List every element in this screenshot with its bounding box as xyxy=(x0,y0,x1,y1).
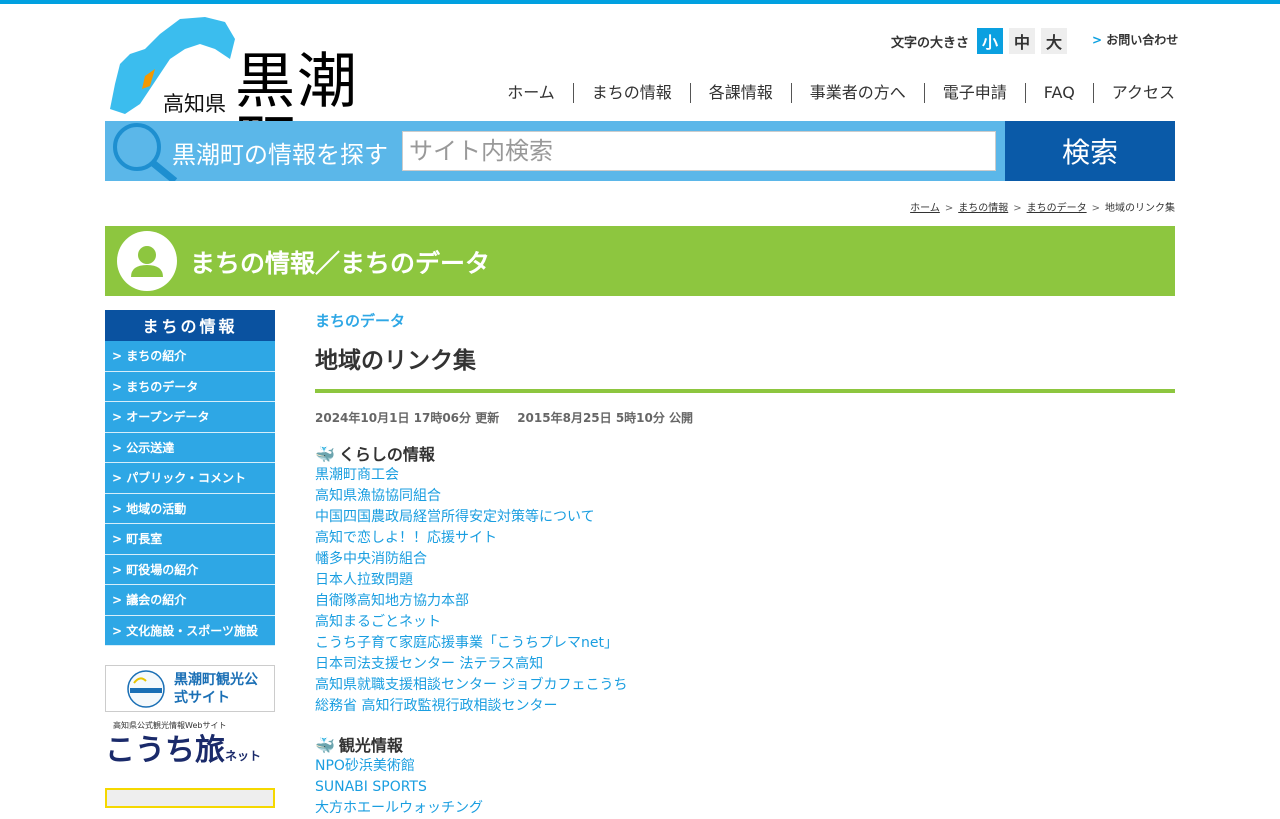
nav-access[interactable]: アクセス xyxy=(1092,83,1175,103)
font-size-switcher: 文字の大きさ 小 中 大 xyxy=(891,28,1068,54)
main-content: まちのデータ 地域のリンク集 2024年10月1日 17時06分 更新 2015年… xyxy=(315,310,1175,819)
sidebar-item-town-hall[interactable]: > 町役場の紹介 xyxy=(105,554,275,585)
contact-label: お問い合わせ xyxy=(1106,33,1179,47)
kochi-tabi-suffix: ネット xyxy=(225,749,262,763)
list-item-link[interactable]: 日本人拉致問題 xyxy=(315,570,1175,591)
list-item-link[interactable]: SUNABI SPORTS xyxy=(315,777,1175,798)
sidebar-item-intro[interactable]: > まちの紹介 xyxy=(105,341,275,372)
breadcrumb: ホーム > まちの情報 > まちのデータ > 地域のリンク集 xyxy=(910,199,1175,214)
list-item-link[interactable]: 高知県就職支援相談センター ジョブカフェこうち xyxy=(315,675,1175,696)
kochi-tabi-banner[interactable]: 高知県公式観光情報Webサイト こうち旅ネット xyxy=(105,720,275,780)
search-label: 黒潮町の情報を探す xyxy=(172,141,388,169)
page-title: 地域のリンク集 xyxy=(315,341,1175,393)
sidebar: まちの情報 > まちの紹介 > まちのデータ > オープンデータ > 公示送達 … xyxy=(105,310,275,646)
sidebar-item-public-notice[interactable]: > 公示送達 xyxy=(105,432,275,463)
nav-business[interactable]: 事業者の方へ xyxy=(790,83,924,103)
list-item-link[interactable]: 幡多中央消防組合 xyxy=(315,549,1175,570)
list-item-link[interactable]: 高知県漁協協同組合 xyxy=(315,486,1175,507)
site-logo[interactable]: 高知県 黒潮町 xyxy=(105,14,415,172)
kuroshio-logo-icon xyxy=(127,670,165,708)
nav-town-info[interactable]: まちの情報 xyxy=(572,83,690,103)
link-list: NPO砂浜美術館 SUNABI SPORTS 大方ホエールウォッチング xyxy=(315,756,1175,819)
search-button[interactable]: 検索 xyxy=(1005,121,1175,181)
search-input[interactable] xyxy=(402,131,996,171)
sidebar-item-facilities[interactable]: > 文化施設・スポーツ施設 xyxy=(105,615,275,646)
whale-icon: 🐳 xyxy=(315,736,335,755)
list-item-link[interactable]: こうち子育て家庭応援事業「こうちプレマnet」 xyxy=(315,633,1175,654)
breadcrumb-separator: > xyxy=(1013,203,1022,214)
kochi-tabi-logo: こうち旅 xyxy=(105,733,225,768)
list-item-link[interactable]: 中国四国農政局経営所得安定対策等について xyxy=(315,507,1175,528)
tourism-site-banner[interactable]: 黒潮町観光公式サイト xyxy=(105,665,275,712)
nav-departments[interactable]: 各課情報 xyxy=(689,83,791,103)
person-icon xyxy=(117,231,177,291)
list-item-link[interactable]: 高知で恋しよ！！応援サイト xyxy=(315,528,1175,549)
whale-icon: 🐳 xyxy=(315,445,335,464)
breadcrumb-town-data[interactable]: まちのデータ xyxy=(1027,203,1087,214)
list-item-link[interactable]: 大方ホエールウォッチング xyxy=(315,798,1175,819)
list-item-link[interactable]: 総務省 高知行政監視行政相談センター xyxy=(315,696,1175,717)
banner-title: まちの情報／まちのデータ xyxy=(190,249,491,278)
contact-link[interactable]: > お問い合わせ xyxy=(1092,31,1178,48)
nav-faq[interactable]: FAQ xyxy=(1024,83,1093,103)
list-item-link[interactable]: NPO砂浜美術館 xyxy=(315,756,1175,777)
sidebar-heading: まちの情報 xyxy=(105,310,275,341)
chevron-right-icon: > xyxy=(1092,33,1103,47)
breadcrumb-home[interactable]: ホーム xyxy=(910,203,940,214)
sidebar-item-assembly[interactable]: > 議会の紹介 xyxy=(105,585,275,616)
nav-home[interactable]: ホーム xyxy=(489,83,573,103)
sidebar-item-mayor[interactable]: > 町長室 xyxy=(105,524,275,555)
list-item-link[interactable]: 黒潮町商工会 xyxy=(315,465,1175,486)
section-heading: 🐳 くらしの情報 xyxy=(315,445,435,464)
sidebar-item-town-data[interactable]: > まちのデータ xyxy=(105,371,275,402)
breadcrumb-current: 地域のリンク集 xyxy=(1105,203,1175,214)
tourism-banner-text: 黒潮町観光公式サイト xyxy=(174,672,258,706)
info-banner[interactable] xyxy=(105,788,275,808)
nav-e-application[interactable]: 電子申請 xyxy=(923,83,1025,103)
page-dates: 2024年10月1日 17時06分 更新 2015年8月25日 5時10分 公開 xyxy=(315,409,1175,426)
updated-date: 2024年10月1日 17時06分 更新 xyxy=(315,411,500,425)
search-bar: 黒潮町の情報を探す 検索 xyxy=(105,121,1175,181)
sidebar-item-activities[interactable]: > 地域の活動 xyxy=(105,493,275,524)
global-nav: ホーム まちの情報 各課情報 事業者の方へ 電子申請 FAQ アクセス xyxy=(489,83,1175,103)
link-list: 黒潮町商工会 高知県漁協協同組合 中国四国農政局経営所得安定対策等について 高知で恋し… xyxy=(315,465,1175,717)
font-size-small[interactable]: 小 xyxy=(977,28,1004,54)
search-icon xyxy=(113,123,178,181)
page-category: まちのデータ xyxy=(315,312,406,330)
font-size-medium[interactable]: 中 xyxy=(1009,28,1036,54)
list-item-link[interactable]: 日本司法支援センター 法テラス高知 xyxy=(315,654,1175,675)
breadcrumb-separator: > xyxy=(1091,203,1100,214)
published-date: 2015年8月25日 5時10分 公開 xyxy=(517,411,694,425)
page-banner: まちの情報／まちのデータ xyxy=(105,226,1175,296)
font-size-large[interactable]: 大 xyxy=(1041,28,1068,54)
breadcrumb-town-info[interactable]: まちの情報 xyxy=(958,203,1008,214)
kochi-tabi-subtitle: 高知県公式観光情報Webサイト xyxy=(113,721,227,730)
logo-prefecture: 高知県 xyxy=(163,92,226,116)
breadcrumb-separator: > xyxy=(944,203,954,214)
font-size-label: 文字の大きさ xyxy=(891,35,970,51)
list-item-link[interactable]: 高知まるごとネット xyxy=(315,612,1175,633)
sidebar-item-open-data[interactable]: > オープンデータ xyxy=(105,402,275,433)
section-heading: 🐳 観光情報 xyxy=(315,736,403,755)
list-item-link[interactable]: 自衛隊高知地方協力本部 xyxy=(315,591,1175,612)
sidebar-item-public-comment[interactable]: > パブリック・コメント xyxy=(105,463,275,494)
